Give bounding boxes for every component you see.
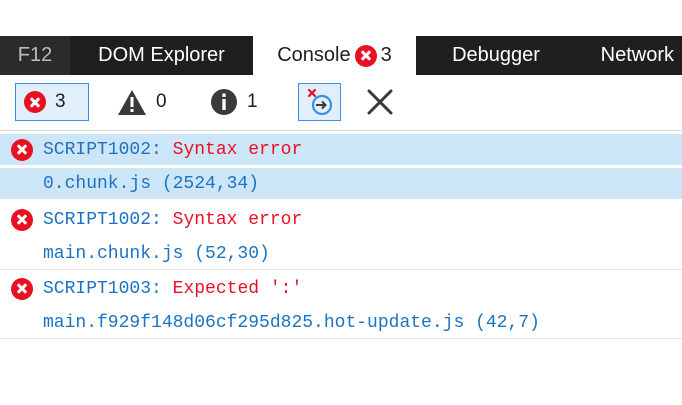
error-code: SCRIPT1002: bbox=[43, 209, 162, 230]
clear-on-navigate-button[interactable] bbox=[298, 83, 341, 121]
error-icon bbox=[10, 208, 33, 231]
error-text: Syntax error bbox=[172, 209, 303, 230]
console-toolbar: 3 0 1 bbox=[0, 75, 682, 131]
tab-network-label: Network bbox=[600, 44, 674, 66]
message-header: SCRIPT1003: Expected ':' bbox=[0, 273, 682, 304]
info-icon bbox=[210, 88, 238, 116]
error-icon bbox=[24, 91, 46, 113]
errors-count: 3 bbox=[55, 91, 66, 112]
warning-icon bbox=[117, 89, 147, 116]
tab-dom-explorer-label: DOM Explorer bbox=[98, 44, 225, 66]
message-source-line: main.chunk.js (52,30) bbox=[0, 238, 682, 269]
error-text: Expected ':' bbox=[172, 278, 303, 299]
warnings-filter-button[interactable]: 0 bbox=[117, 83, 167, 121]
tab-dom-explorer[interactable]: DOM Explorer bbox=[70, 36, 253, 75]
console-message[interactable]: SCRIPT1002: Syntax error main.chunk.js (… bbox=[0, 201, 682, 270]
message-source-line: main.f929f148d06cf295d825.hot-update.js … bbox=[0, 307, 682, 338]
console-message-list: SCRIPT1002: Syntax error 0.chunk.js (252… bbox=[0, 131, 682, 339]
errors-filter-button[interactable]: 3 bbox=[15, 83, 89, 121]
clear-on-navigate-icon bbox=[305, 87, 335, 117]
message-header: SCRIPT1002: Syntax error bbox=[0, 204, 682, 235]
info-count: 1 bbox=[247, 91, 258, 112]
tab-debugger-label: Debugger bbox=[452, 44, 540, 66]
source-link[interactable]: main.f929f148d06cf295d825.hot-update.js … bbox=[43, 313, 540, 333]
message-header: SCRIPT1002: Syntax error bbox=[0, 134, 682, 165]
clear-console-button[interactable] bbox=[362, 83, 398, 121]
tab-f12[interactable]: F12 bbox=[0, 36, 70, 75]
error-icon bbox=[10, 138, 33, 161]
tab-network[interactable]: Network bbox=[576, 36, 682, 75]
console-message[interactable]: SCRIPT1002: Syntax error 0.chunk.js (252… bbox=[0, 131, 682, 201]
error-code: SCRIPT1002: bbox=[43, 139, 162, 160]
source-link[interactable]: 0.chunk.js (2524,34) bbox=[43, 174, 259, 194]
tab-debugger[interactable]: Debugger bbox=[416, 36, 576, 75]
console-message[interactable]: SCRIPT1003: Expected ':' main.f929f148d0… bbox=[0, 270, 682, 339]
warnings-count: 0 bbox=[156, 91, 167, 112]
tab-console-error-count: 3 bbox=[380, 44, 392, 66]
error-text: Syntax error bbox=[172, 139, 303, 160]
error-icon bbox=[354, 44, 377, 67]
tab-console[interactable]: Console 3 bbox=[253, 36, 416, 75]
devtools-tab-bar: F12 DOM Explorer Console 3 Debugger Netw… bbox=[0, 36, 682, 75]
error-code: SCRIPT1003: bbox=[43, 278, 162, 299]
tab-f12-label: F12 bbox=[17, 44, 53, 66]
close-icon bbox=[366, 88, 394, 116]
info-filter-button[interactable]: 1 bbox=[210, 83, 258, 121]
window-top-strip bbox=[0, 0, 682, 36]
error-icon bbox=[10, 277, 33, 300]
message-source-line: 0.chunk.js (2524,34) bbox=[0, 168, 682, 199]
source-link[interactable]: main.chunk.js (52,30) bbox=[43, 244, 270, 264]
tab-console-label: Console bbox=[277, 44, 351, 66]
